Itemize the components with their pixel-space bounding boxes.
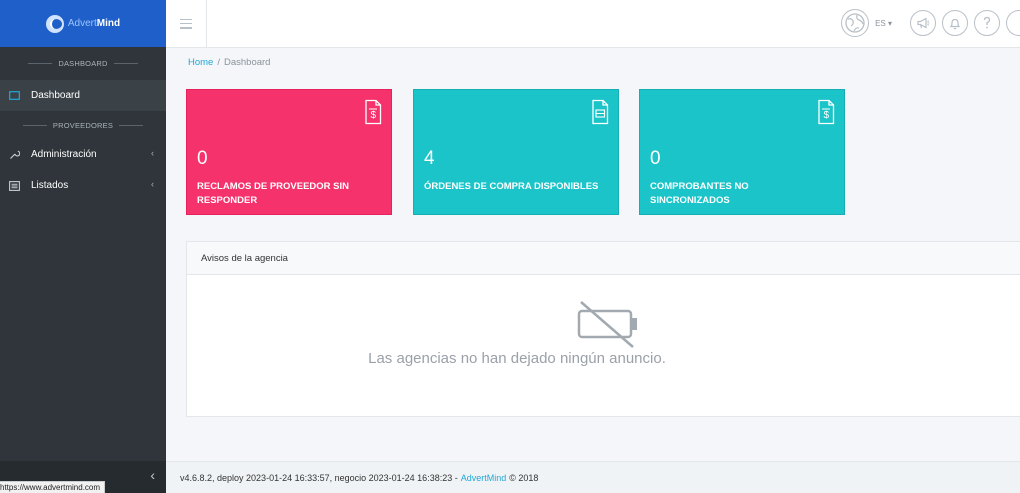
browser-status-url: https://www.advertmind.com [0, 481, 106, 493]
chevron-left-icon: ‹ [151, 179, 154, 189]
receipt-icon: $ [818, 99, 835, 125]
card-label: ÓRDENES DE COMPRA DISPONIBLES [424, 181, 599, 192]
hamburger-icon [180, 18, 192, 29]
nav-section-dashboard: DASHBOARD [0, 47, 166, 80]
language-selector[interactable]: ES ▾ [875, 19, 892, 28]
empty-notices-message: Las agencias no han dejado ningún anunci… [368, 350, 666, 367]
help-icon[interactable] [974, 10, 1000, 36]
card-value: 0 [650, 148, 661, 169]
wrench-icon [8, 149, 20, 161]
sidebar: AdvertMind DASHBOARD Dashboard PROVEEDOR… [0, 0, 166, 493]
document-icon [592, 99, 609, 125]
svg-text:$: $ [371, 110, 377, 121]
user-menu-button[interactable] [1006, 10, 1020, 36]
app-footer: v4.6.8.2, deploy 2023-01-24 16:33:57, ne… [166, 461, 1020, 493]
globe-icon[interactable] [841, 9, 870, 37]
card-ordenes[interactable]: 4 ÓRDENES DE COMPRA DISPONIBLES [413, 89, 619, 215]
sidebar-item-label: Listados [31, 180, 69, 191]
card-reclamos[interactable]: $ 0 RECLAMOS DE PROVEEDOR SIN RESPONDER [186, 89, 392, 215]
battery-empty-icon [577, 301, 637, 348]
card-label: COMPROBANTES NO SINCRONIZADOS [650, 181, 749, 206]
breadcrumb-current: Dashboard [223, 57, 271, 68]
sidebar-item-dashboard[interactable]: Dashboard [0, 80, 166, 111]
bell-icon[interactable] [942, 10, 968, 36]
advertmind-logo-icon [45, 14, 64, 33]
chevron-left-icon: ‹ [151, 148, 154, 158]
breadcrumb-separator: / [217, 57, 220, 68]
sidebar-item-label: Administración [31, 149, 97, 160]
sidebar-item-label: Dashboard [31, 90, 80, 101]
sidebar-item-listados[interactable]: Listados ‹ [0, 170, 166, 201]
top-header: ES ▾ [166, 0, 1020, 48]
svg-text:$: $ [824, 110, 830, 121]
card-value: 4 [424, 148, 435, 169]
panel-title: Avisos de la agencia [187, 242, 1020, 275]
list-icon [8, 180, 20, 192]
card-comprobantes[interactable]: $ 0 COMPROBANTES NO SINCRONIZADOS [639, 89, 845, 215]
megaphone-icon[interactable] [910, 10, 936, 36]
card-label: RECLAMOS DE PROVEEDOR SIN RESPONDER [197, 181, 350, 206]
receipt-icon: $ [365, 99, 382, 125]
agency-notices-panel: Avisos de la agencia Las agencias no han… [186, 241, 1020, 417]
sidebar-toggle-button[interactable] [166, 0, 207, 47]
brand-name: AdvertMind [67, 18, 121, 29]
copyright: © 2018 [509, 472, 539, 483]
version-info: v4.6.8.2, deploy 2023-01-24 16:33:57, ne… [180, 472, 458, 483]
card-value: 0 [197, 148, 208, 169]
breadcrumb-home-link[interactable]: Home [188, 57, 213, 68]
brand-logo[interactable]: AdvertMind [0, 0, 166, 47]
nav-section-proveedores: PROVEEDORES [0, 111, 166, 139]
breadcrumb: Home / Dashboard [188, 57, 270, 68]
sidebar-minimizer-button[interactable]: ‹ [150, 467, 155, 483]
sidebar-item-administracion[interactable]: Administración ‹ [0, 139, 166, 170]
advertmind-footer-link[interactable]: AdvertMind [461, 473, 507, 483]
monitor-icon [8, 90, 20, 102]
